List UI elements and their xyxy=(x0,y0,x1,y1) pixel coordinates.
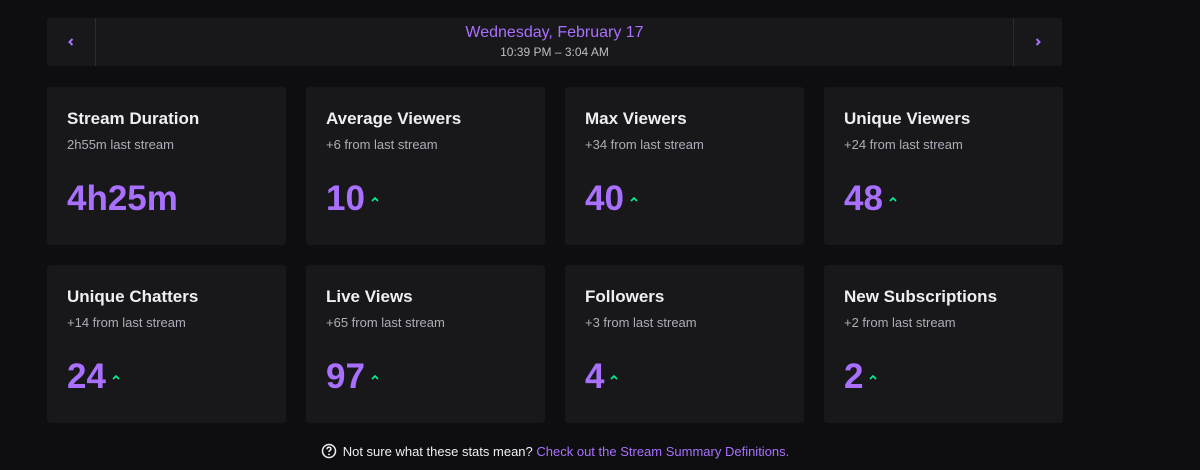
stat-value-row: 24 xyxy=(67,357,120,397)
help-icon xyxy=(321,443,336,459)
stat-comparison: 2h55m last stream xyxy=(67,137,174,152)
stat-value-row: 48 xyxy=(844,179,897,219)
stats-help-footer: Not sure what these stats mean? Check ou… xyxy=(0,443,1110,459)
trend-up-icon xyxy=(630,196,638,202)
stat-card-live-views: Live Views +65 from last stream 97 xyxy=(306,265,545,423)
stat-value: 97 xyxy=(326,357,365,396)
stat-value: 10 xyxy=(326,179,365,218)
footer-text: Not sure what these stats mean? xyxy=(342,444,533,459)
stat-value-row: 4 xyxy=(585,357,619,397)
chevron-left-icon xyxy=(68,38,74,46)
stat-value-row: 97 xyxy=(326,357,379,397)
stat-comparison: +6 from last stream xyxy=(326,137,438,152)
trend-up-icon xyxy=(371,196,379,202)
stat-comparison: +34 from last stream xyxy=(585,137,704,152)
trend-up-icon xyxy=(889,196,897,202)
trend-up-icon xyxy=(610,374,619,380)
stat-comparison: +2 from last stream xyxy=(844,315,956,330)
stat-comparison: +65 from last stream xyxy=(326,315,445,330)
stat-title: Unique Chatters xyxy=(67,287,199,306)
date-display: Wednesday, February 17 10:39 PM – 3:04 A… xyxy=(95,18,1014,66)
time-range: 10:39 PM – 3:04 AM xyxy=(500,45,609,59)
stat-card-new-subscriptions: New Subscriptions +2 from last stream 2 xyxy=(824,265,1063,423)
stat-value: 4h25m xyxy=(67,179,178,218)
stat-card-unique-chatters: Unique Chatters +14 from last stream 24 xyxy=(47,265,286,423)
stat-value: 48 xyxy=(844,179,883,218)
stat-card-stream-duration: Stream Duration 2h55m last stream 4h25m xyxy=(47,87,286,245)
trend-up-icon xyxy=(112,374,120,380)
stat-comparison: +3 from last stream xyxy=(585,315,697,330)
stat-title: Average Viewers xyxy=(326,109,462,128)
stat-card-followers: Followers +3 from last stream 4 xyxy=(565,265,804,423)
stat-title: Max Viewers xyxy=(585,109,687,128)
stat-comparison: +24 from last stream xyxy=(844,137,963,152)
stat-value: 4 xyxy=(585,357,605,396)
stat-value: 40 xyxy=(585,179,624,218)
trend-up-icon xyxy=(371,374,379,380)
chevron-right-icon xyxy=(1035,38,1041,46)
stat-value-row: 2 xyxy=(844,357,878,397)
stat-value-row: 10 xyxy=(326,179,379,219)
stat-title: Stream Duration xyxy=(67,109,200,128)
stat-card-average-viewers: Average Viewers +6 from last stream 10 xyxy=(306,87,545,245)
stat-title: New Subscriptions xyxy=(844,287,998,306)
stream-summary-definitions-link[interactable]: Check out the Stream Summary Definitions… xyxy=(536,444,789,459)
trend-up-icon xyxy=(869,374,878,380)
stat-comparison: +14 from last stream xyxy=(67,315,186,330)
stat-title: Live Views xyxy=(326,287,413,306)
stat-value-row: 40 xyxy=(585,179,638,219)
stat-value: 2 xyxy=(844,357,864,396)
stat-title: Followers xyxy=(585,287,665,306)
date-navigator: Wednesday, February 17 10:39 PM – 3:04 A… xyxy=(47,18,1062,66)
stat-value: 24 xyxy=(67,357,106,396)
stat-card-unique-viewers: Unique Viewers +24 from last stream 48 xyxy=(824,87,1063,245)
stat-value-row: 4h25m xyxy=(67,179,178,219)
next-date-button[interactable] xyxy=(1013,18,1062,66)
stat-title: Unique Viewers xyxy=(844,109,971,128)
stat-card-max-viewers: Max Viewers +34 from last stream 40 xyxy=(565,87,804,245)
date-title: Wednesday, February 17 xyxy=(465,24,644,41)
previous-date-button[interactable] xyxy=(47,18,96,66)
